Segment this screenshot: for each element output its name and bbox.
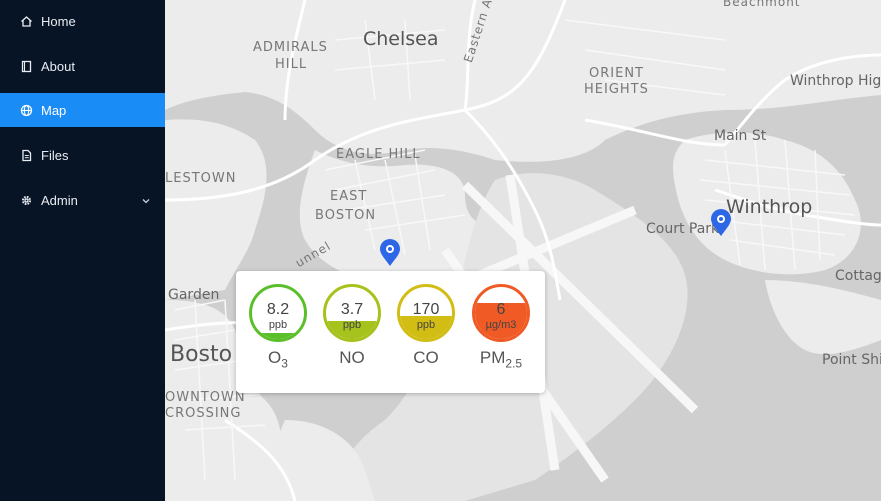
gauge-value: 170 xyxy=(412,301,440,318)
label-cottage: Cottage xyxy=(835,268,881,284)
label-winthrop-highlands: Winthrop Highl xyxy=(790,73,881,89)
label-admirals-hill-1: ADMIRALS xyxy=(253,40,328,55)
label-downtown-crossing-1: OWNTOWN xyxy=(165,390,246,405)
gauge-o3: 8.2 ppb O3 xyxy=(246,284,310,370)
label-east-boston-2: BOSTON xyxy=(315,208,377,223)
gauge-value: 6 xyxy=(496,301,506,318)
sidebar-item-label: Map xyxy=(41,102,67,118)
label-beachmont: Beachmont xyxy=(723,0,801,9)
globe-icon xyxy=(20,104,33,117)
gauge-unit: ppb xyxy=(416,319,436,331)
gauge-no: 3.7 ppb NO xyxy=(320,284,384,370)
gauge-co: 170 ppb CO xyxy=(394,284,458,370)
map-view[interactable]: Chelsea Eastern Av ADMIRALS HILL ORIENT … xyxy=(165,0,881,501)
sidebar-item-label: Files xyxy=(41,147,69,163)
sidebar-item-map[interactable]: Map xyxy=(0,93,165,127)
sidebar-item-home[interactable]: Home xyxy=(0,4,165,38)
gauge-ring: 3.7 ppb xyxy=(323,284,381,342)
gauge-label-sub: 2.5 xyxy=(505,356,523,371)
gauge-label-main: PM xyxy=(479,348,506,367)
gauge-fill xyxy=(252,332,304,339)
label-point-shirley: Point Shir xyxy=(822,352,881,368)
gear-icon xyxy=(20,194,33,207)
map-marker-icon[interactable] xyxy=(379,239,401,267)
chevron-down-icon xyxy=(141,194,151,204)
label-main-st: Main St xyxy=(714,128,767,144)
gauge-label-main: O xyxy=(268,348,282,367)
gauge-ring: 170 ppb xyxy=(397,284,455,342)
gauge-unit: ppb xyxy=(268,319,288,331)
map-base xyxy=(165,0,881,501)
gauge-label: NO xyxy=(320,348,384,370)
file-icon xyxy=(20,149,33,162)
gauge-label: O3 xyxy=(246,348,310,370)
label-garden: Garden xyxy=(168,287,220,303)
gauge-value: 3.7 xyxy=(340,301,364,318)
gauge-ring: 8.2 ppb xyxy=(249,284,307,342)
gauge-pm25: 6 µg/m3 PM2.5 xyxy=(469,284,533,370)
label-orient-heights-2: HEIGHTS xyxy=(584,82,649,97)
label-admirals-hill-2: HILL xyxy=(275,57,308,72)
sidebar-item-label: About xyxy=(41,58,75,74)
sidebar: Home About Map Files Admin xyxy=(0,0,165,501)
sidebar-item-label: Admin xyxy=(41,192,78,208)
gauge-unit: ppb xyxy=(342,319,362,331)
sidebar-item-label: Home xyxy=(41,13,76,29)
home-icon xyxy=(20,15,33,28)
sidebar-item-about[interactable]: About xyxy=(0,49,165,83)
gauge-label-main: CO xyxy=(413,348,439,367)
label-boston: Bosto xyxy=(170,342,233,367)
air-quality-popup: 8.2 ppb O3 3.7 ppb NO 170 ppb CO 6 µg/m3… xyxy=(236,271,545,393)
map-marker-icon[interactable] xyxy=(710,209,732,237)
gauge-label-main: NO xyxy=(339,348,365,367)
label-eagle-hill: EAGLE HILL xyxy=(336,147,421,162)
label-downtown-crossing-2: CROSSING xyxy=(165,406,242,421)
gauge-unit: µg/m3 xyxy=(485,319,517,331)
label-charlestown: LESTOWN xyxy=(165,171,237,186)
label-east-boston-1: EAST xyxy=(330,189,368,204)
book-icon xyxy=(20,60,33,73)
label-chelsea: Chelsea xyxy=(363,28,439,50)
gauge-label: PM2.5 xyxy=(469,348,533,370)
gauge-value: 8.2 xyxy=(266,301,290,318)
label-winthrop: Winthrop xyxy=(726,196,813,218)
label-court-park: Court Park xyxy=(646,221,720,237)
gauge-label-sub: 3 xyxy=(281,356,288,371)
label-orient-heights-1: ORIENT xyxy=(589,66,644,81)
sidebar-item-admin[interactable]: Admin xyxy=(0,183,165,217)
sidebar-item-files[interactable]: Files xyxy=(0,138,165,172)
gauge-label: CO xyxy=(394,348,458,370)
gauge-ring: 6 µg/m3 xyxy=(472,284,530,342)
